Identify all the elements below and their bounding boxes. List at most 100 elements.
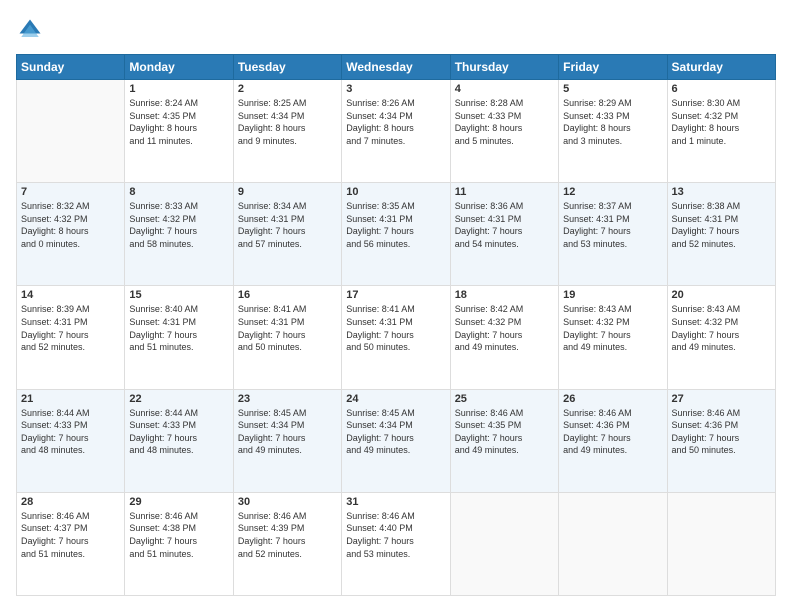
logo-icon — [16, 16, 44, 44]
day-number: 20 — [672, 289, 771, 301]
weekday-header-thursday: Thursday — [450, 55, 558, 80]
day-cell: 16 Sunrise: 8:41 AM Sunset: 4:31 PM Dayli… — [233, 286, 341, 389]
day-info: Sunrise: 8:28 AM Sunset: 4:33 PM Dayligh… — [455, 97, 554, 147]
header — [16, 16, 776, 44]
weekday-header-friday: Friday — [559, 55, 667, 80]
day-cell: 18Sunrise: 8:42 AM Sunset: 4:32 PM Dayli… — [450, 286, 558, 389]
day-cell: 12 Sunrise: 8:37 AM Sunset: 4:31 PM Dayli… — [559, 183, 667, 286]
day-cell: 25 Sunrise: 8:46 AM Sunset: 4:35 PM Dayli… — [450, 389, 558, 492]
day-info: Sunrise: 8:46 AM Sunset: 4:36 PM Dayligh… — [672, 407, 771, 457]
day-number: 1 — [129, 83, 228, 95]
day-cell — [667, 492, 775, 595]
day-number: 16 — [238, 289, 337, 301]
day-info: Sunrise: 8:43 AM Sunset: 4:32 PM Dayligh… — [563, 303, 662, 353]
day-number: 4 — [455, 83, 554, 95]
weekday-header-tuesday: Tuesday — [233, 55, 341, 80]
day-cell: 28 Sunrise: 8:46 AM Sunset: 4:37 PM Dayli… — [17, 492, 125, 595]
day-number: 26 — [563, 393, 662, 405]
day-info: Sunrise: 8:33 AM Sunset: 4:32 PM Dayligh… — [129, 200, 228, 250]
day-number: 6 — [672, 83, 771, 95]
day-info: Sunrise: 8:46 AM Sunset: 4:40 PM Dayligh… — [346, 510, 445, 560]
logo — [16, 16, 48, 44]
calendar-table: SundayMondayTuesdayWednesdayThursdayFrid… — [16, 54, 776, 596]
day-cell — [559, 492, 667, 595]
day-info: Sunrise: 8:44 AM Sunset: 4:33 PM Dayligh… — [129, 407, 228, 457]
weekday-header-row: SundayMondayTuesdayWednesdayThursdayFrid… — [17, 55, 776, 80]
day-number: 2 — [238, 83, 337, 95]
day-info: Sunrise: 8:42 AM Sunset: 4:32 PM Dayligh… — [455, 303, 554, 353]
day-number: 5 — [563, 83, 662, 95]
day-number: 8 — [129, 186, 228, 198]
day-number: 15 — [129, 289, 228, 301]
day-info: Sunrise: 8:38 AM Sunset: 4:31 PM Dayligh… — [672, 200, 771, 250]
day-info: Sunrise: 8:46 AM Sunset: 4:37 PM Dayligh… — [21, 510, 120, 560]
day-cell: 3Sunrise: 8:26 AM Sunset: 4:34 PM Daylig… — [342, 80, 450, 183]
day-cell: 24 Sunrise: 8:45 AM Sunset: 4:34 PM Dayli… — [342, 389, 450, 492]
page: SundayMondayTuesdayWednesdayThursdayFrid… — [0, 0, 792, 612]
day-info: Sunrise: 8:35 AM Sunset: 4:31 PM Dayligh… — [346, 200, 445, 250]
day-cell: 11 Sunrise: 8:36 AM Sunset: 4:31 PM Dayli… — [450, 183, 558, 286]
day-cell: 23 Sunrise: 8:45 AM Sunset: 4:34 PM Dayli… — [233, 389, 341, 492]
day-number: 12 — [563, 186, 662, 198]
day-number: 27 — [672, 393, 771, 405]
day-info: Sunrise: 8:44 AM Sunset: 4:33 PM Dayligh… — [21, 407, 120, 457]
day-cell — [450, 492, 558, 595]
day-cell: 15Sunrise: 8:40 AM Sunset: 4:31 PM Dayli… — [125, 286, 233, 389]
day-info: Sunrise: 8:46 AM Sunset: 4:36 PM Dayligh… — [563, 407, 662, 457]
day-cell: 20 Sunrise: 8:43 AM Sunset: 4:32 PM Dayli… — [667, 286, 775, 389]
day-info: Sunrise: 8:46 AM Sunset: 4:35 PM Dayligh… — [455, 407, 554, 457]
day-info: Sunrise: 8:30 AM Sunset: 4:32 PM Dayligh… — [672, 97, 771, 147]
day-cell: 8 Sunrise: 8:33 AM Sunset: 4:32 PM Daylig… — [125, 183, 233, 286]
week-row-3: 14Sunrise: 8:39 AM Sunset: 4:31 PM Dayli… — [17, 286, 776, 389]
weekday-header-monday: Monday — [125, 55, 233, 80]
day-cell: 30 Sunrise: 8:46 AM Sunset: 4:39 PM Dayli… — [233, 492, 341, 595]
day-cell: 27 Sunrise: 8:46 AM Sunset: 4:36 PM Dayli… — [667, 389, 775, 492]
day-info: Sunrise: 8:36 AM Sunset: 4:31 PM Dayligh… — [455, 200, 554, 250]
day-info: Sunrise: 8:29 AM Sunset: 4:33 PM Dayligh… — [563, 97, 662, 147]
day-number: 19 — [563, 289, 662, 301]
day-info: Sunrise: 8:34 AM Sunset: 4:31 PM Dayligh… — [238, 200, 337, 250]
day-cell: 1 Sunrise: 8:24 AM Sunset: 4:35 PM Daylig… — [125, 80, 233, 183]
day-number: 25 — [455, 393, 554, 405]
day-info: Sunrise: 8:37 AM Sunset: 4:31 PM Dayligh… — [563, 200, 662, 250]
week-row-5: 28 Sunrise: 8:46 AM Sunset: 4:37 PM Dayli… — [17, 492, 776, 595]
day-cell: 6 Sunrise: 8:30 AM Sunset: 4:32 PM Daylig… — [667, 80, 775, 183]
day-number: 21 — [21, 393, 120, 405]
day-number: 22 — [129, 393, 228, 405]
day-cell: 7Sunrise: 8:32 AM Sunset: 4:32 PM Daylig… — [17, 183, 125, 286]
day-cell: 26 Sunrise: 8:46 AM Sunset: 4:36 PM Dayli… — [559, 389, 667, 492]
day-info: Sunrise: 8:41 AM Sunset: 4:31 PM Dayligh… — [346, 303, 445, 353]
day-info: Sunrise: 8:43 AM Sunset: 4:32 PM Dayligh… — [672, 303, 771, 353]
day-cell: 22 Sunrise: 8:44 AM Sunset: 4:33 PM Dayli… — [125, 389, 233, 492]
day-info: Sunrise: 8:45 AM Sunset: 4:34 PM Dayligh… — [346, 407, 445, 457]
day-number: 29 — [129, 496, 228, 508]
day-number: 24 — [346, 393, 445, 405]
day-number: 13 — [672, 186, 771, 198]
day-cell: 29 Sunrise: 8:46 AM Sunset: 4:38 PM Dayli… — [125, 492, 233, 595]
day-number: 23 — [238, 393, 337, 405]
weekday-header-sunday: Sunday — [17, 55, 125, 80]
day-cell: 4 Sunrise: 8:28 AM Sunset: 4:33 PM Daylig… — [450, 80, 558, 183]
day-info: Sunrise: 8:46 AM Sunset: 4:39 PM Dayligh… — [238, 510, 337, 560]
day-info: Sunrise: 8:45 AM Sunset: 4:34 PM Dayligh… — [238, 407, 337, 457]
day-number: 30 — [238, 496, 337, 508]
day-cell — [17, 80, 125, 183]
day-number: 9 — [238, 186, 337, 198]
day-number: 31 — [346, 496, 445, 508]
day-cell: 13 Sunrise: 8:38 AM Sunset: 4:31 PM Dayli… — [667, 183, 775, 286]
day-number: 28 — [21, 496, 120, 508]
weekday-header-saturday: Saturday — [667, 55, 775, 80]
week-row-4: 21 Sunrise: 8:44 AM Sunset: 4:33 PM Dayli… — [17, 389, 776, 492]
week-row-2: 7Sunrise: 8:32 AM Sunset: 4:32 PM Daylig… — [17, 183, 776, 286]
day-number: 11 — [455, 186, 554, 198]
day-info: Sunrise: 8:32 AM Sunset: 4:32 PM Dayligh… — [21, 200, 120, 250]
day-number: 3 — [346, 83, 445, 95]
day-info: Sunrise: 8:25 AM Sunset: 4:34 PM Dayligh… — [238, 97, 337, 147]
day-info: Sunrise: 8:24 AM Sunset: 4:35 PM Dayligh… — [129, 97, 228, 147]
day-cell: 17Sunrise: 8:41 AM Sunset: 4:31 PM Dayli… — [342, 286, 450, 389]
day-cell: 19 Sunrise: 8:43 AM Sunset: 4:32 PM Dayli… — [559, 286, 667, 389]
day-cell: 21 Sunrise: 8:44 AM Sunset: 4:33 PM Dayli… — [17, 389, 125, 492]
day-info: Sunrise: 8:46 AM Sunset: 4:38 PM Dayligh… — [129, 510, 228, 560]
day-cell: 31 Sunrise: 8:46 AM Sunset: 4:40 PM Dayli… — [342, 492, 450, 595]
day-info: Sunrise: 8:41 AM Sunset: 4:31 PM Dayligh… — [238, 303, 337, 353]
